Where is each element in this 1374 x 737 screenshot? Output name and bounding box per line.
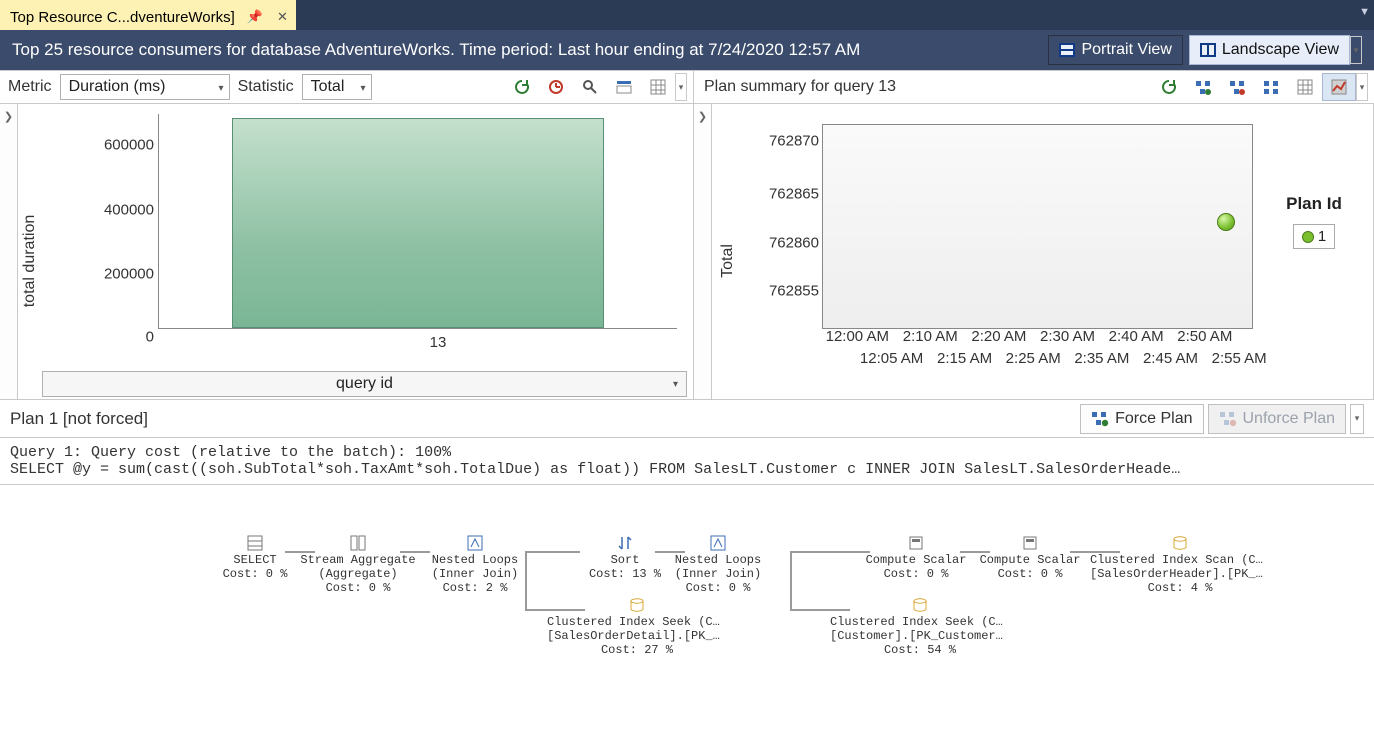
op-compute-scalar-2[interactable]: Compute Scalar Cost: 0 % — [965, 535, 1095, 581]
pin-icon[interactable]: 📌 — [245, 9, 265, 25]
chevron-down-icon: ▾ — [361, 83, 366, 94]
unforce-plan-button-icon[interactable] — [1220, 73, 1254, 101]
y-tick: 600000 — [104, 136, 154, 153]
portrait-label: Portrait View — [1081, 41, 1171, 59]
tabstrip-menu-icon[interactable]: ▼ — [1359, 6, 1370, 18]
y-tick: 762865 — [769, 186, 819, 203]
force-plan-label: Force Plan — [1115, 410, 1192, 428]
tracked-queries-button[interactable] — [539, 73, 573, 101]
x-tick: 2:20 AM — [971, 328, 1026, 345]
unforce-plan-button: Unforce Plan — [1208, 404, 1347, 434]
close-icon[interactable]: ✕ — [275, 9, 290, 25]
detail-grid-button[interactable] — [607, 73, 641, 101]
page-title: Top 25 resource consumers for database A… — [12, 40, 860, 60]
collapse-left-icon[interactable]: ❯ — [0, 104, 18, 399]
plan-summary-title: Plan summary for query 13 — [700, 78, 896, 96]
op-stream-aggregate[interactable]: Stream Aggregate (Aggregate) Cost: 0 % — [293, 535, 423, 595]
plan-point-1[interactable] — [1217, 213, 1235, 231]
op-clustered-index-seek-1[interactable]: Clustered Index Seek (Cluste… [SalesOrde… — [547, 597, 727, 657]
y-tick: 400000 — [104, 201, 154, 218]
op-nested-loops-2[interactable]: Nested Loops (Inner Join) Cost: 0 % — [658, 535, 778, 595]
y-tick: 762855 — [769, 283, 819, 300]
view-query-button[interactable] — [573, 73, 607, 101]
collapse-right-icon[interactable]: ❯ — [694, 104, 712, 399]
metric-dropdown[interactable]: Duration (ms) ▾ — [60, 74, 230, 100]
x-tick: 2:10 AM — [903, 328, 958, 345]
chart-button[interactable] — [1322, 73, 1356, 101]
force-plan-button[interactable]: Force Plan — [1080, 404, 1203, 434]
landscape-view-button[interactable]: Landscape View — [1189, 35, 1350, 65]
x-tick: 2:45 AM — [1143, 350, 1198, 367]
refresh-button[interactable] — [505, 73, 539, 101]
chevron-down-icon: ▾ — [219, 83, 224, 94]
metric-value: Duration (ms) — [69, 78, 166, 96]
y-axis-label: Total — [719, 244, 737, 278]
right-chart-toolbar: Plan summary for query 13 ▾ — [694, 71, 1374, 103]
scatter-chart-pane: ❯ Total 762870 762865 762860 762855 12:0… — [694, 104, 1374, 399]
x-tick: 2:25 AM — [1006, 350, 1061, 367]
op-compute-scalar-1[interactable]: Compute Scalar Cost: 0 % — [851, 535, 981, 581]
y-tick: 762860 — [769, 234, 819, 251]
chevron-down-icon: ▾ — [673, 379, 678, 390]
x-tick: 2:55 AM — [1212, 350, 1267, 367]
tab-strip: Top Resource C...dventureWorks] 📌 ✕ ▼ — [0, 0, 1374, 30]
unforce-plan-label: Unforce Plan — [1243, 410, 1336, 428]
landscape-label: Landscape View — [1222, 41, 1339, 59]
compare-plans-button[interactable] — [1254, 73, 1288, 101]
execution-plan-diagram[interactable]: SELECT Cost: 0 % Stream Aggregate (Aggre… — [0, 485, 1374, 737]
grid-button[interactable] — [641, 73, 675, 101]
metric-label: Metric — [6, 78, 54, 96]
plan-title: Plan 1 [not forced] — [10, 409, 1076, 429]
tab-title: Top Resource C...dventureWorks] — [10, 9, 235, 26]
view-options-dropdown[interactable]: ▾ — [1350, 36, 1362, 64]
y-tick: 762870 — [769, 133, 819, 150]
grid-button[interactable] — [1288, 73, 1322, 101]
y-tick: 0 — [146, 328, 154, 345]
legend-title: Plan Id — [1269, 194, 1359, 214]
x-axis-label: query id — [336, 375, 393, 393]
x-tick: 2:35 AM — [1074, 350, 1129, 367]
op-clustered-index-scan[interactable]: Clustered Index Scan (Cluste… [SalesOrde… — [1090, 535, 1270, 595]
x-tick: 2:30 AM — [1040, 328, 1095, 345]
force-plan-button-icon[interactable] — [1186, 73, 1220, 101]
plan-header-overflow[interactable]: ▾ — [1350, 404, 1364, 434]
op-nested-loops-1[interactable]: Nested Loops (Inner Join) Cost: 2 % — [415, 535, 535, 595]
bar-plot-area — [158, 114, 677, 329]
plan-header: Plan 1 [not forced] Force Plan Unforce P… — [0, 400, 1374, 438]
y-axis-label: total duration — [21, 214, 39, 307]
portrait-icon — [1059, 43, 1075, 57]
x-tick: 12:05 AM — [860, 350, 923, 367]
document-tab[interactable]: Top Resource C...dventureWorks] 📌 ✕ — [0, 0, 296, 30]
statistic-value: Total — [311, 78, 345, 96]
statistic-label: Statistic — [236, 78, 296, 96]
x-tick: 12:00 AM — [826, 328, 889, 345]
op-select[interactable]: SELECT Cost: 0 % — [210, 535, 300, 581]
x-tick: 13 — [430, 334, 447, 351]
x-tick: 2:50 AM — [1177, 328, 1232, 345]
query-text: Query 1: Query cost (relative to the bat… — [0, 438, 1374, 485]
portrait-view-button[interactable]: Portrait View — [1048, 35, 1182, 65]
left-chart-toolbar: Metric Duration (ms) ▾ Statistic Total ▾… — [0, 71, 694, 103]
statistic-dropdown[interactable]: Total ▾ — [302, 74, 372, 100]
refresh-button[interactable] — [1152, 73, 1186, 101]
scatter-plot-area: 762870 762865 762860 762855 12:00 AM 2:1… — [822, 124, 1253, 329]
legend-item-1[interactable]: 1 — [1293, 224, 1335, 249]
legend: Plan Id 1 — [1269, 194, 1359, 249]
x-tick: 2:15 AM — [937, 350, 992, 367]
x-axis-dropdown[interactable]: query id ▾ — [42, 371, 687, 397]
left-toolbar-overflow[interactable]: ▾ — [675, 73, 687, 101]
x-tick: 2:40 AM — [1109, 328, 1164, 345]
legend-label: 1 — [1318, 228, 1326, 245]
legend-swatch-icon — [1302, 231, 1314, 243]
op-clustered-index-seek-2[interactable]: Clustered Index Seek (Cluste… [Customer]… — [830, 597, 1010, 657]
y-tick: 200000 — [104, 266, 154, 283]
bar-chart-pane: ❯ total duration 600000 400000 200000 0 … — [0, 104, 694, 399]
right-toolbar-overflow[interactable]: ▾ — [1356, 73, 1368, 101]
bar-query-13[interactable] — [232, 118, 605, 328]
landscape-icon — [1200, 43, 1216, 57]
title-bar: Top 25 resource consumers for database A… — [0, 30, 1374, 70]
